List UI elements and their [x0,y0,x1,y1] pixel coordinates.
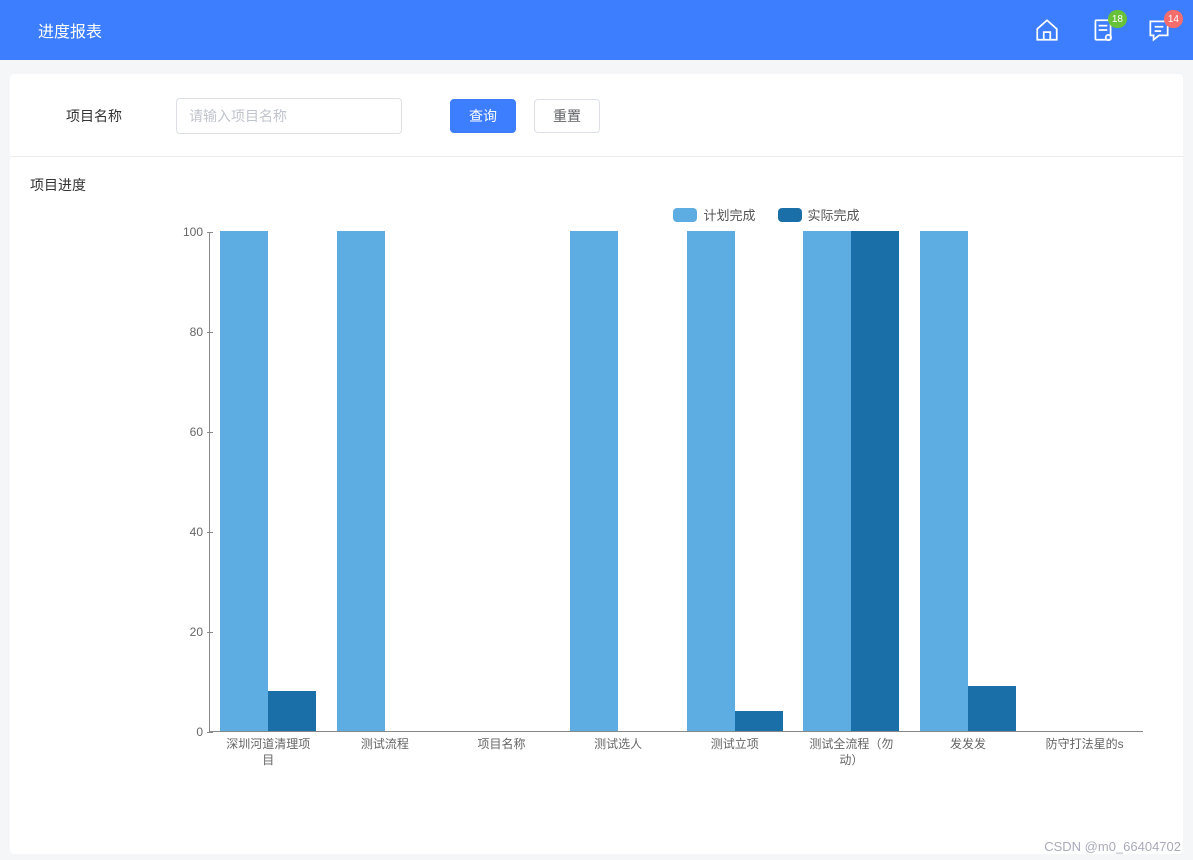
x-tick-label: 发发发 [923,731,1013,753]
bar-plan[interactable] [570,231,618,731]
category-group: 测试流程 [327,232,444,731]
filter-row: 项目名称 查询 重置 [10,74,1183,157]
x-tick-label: 项目名称 [457,731,547,753]
y-tick-label: 60 [190,425,203,439]
legend-swatch-plan [673,208,697,222]
bar-plan[interactable] [220,231,268,731]
category-group: 测试全流程（勿动） [793,232,910,731]
doc-badge: 18 [1108,10,1127,28]
header-icon-group: 18 14 [1033,16,1173,44]
legend-item-actual[interactable]: 实际完成 [778,205,860,224]
watermark: CSDN @m0_66404702 [1044,839,1181,854]
bar-plan[interactable] [687,231,735,731]
y-tick-label: 0 [196,725,203,739]
category-group: 发发发 [910,232,1027,731]
x-tick-label: 测试全流程（勿动） [806,731,896,768]
section-title: 项目进度 [10,157,1183,195]
x-tick-label: 测试选人 [573,731,663,753]
project-name-label: 项目名称 [66,106,158,126]
bar-actual[interactable] [268,691,316,731]
category-group: 测试立项 [677,232,794,731]
bar-plan[interactable] [803,231,851,731]
bar-plan[interactable] [337,231,385,731]
reset-button[interactable]: 重置 [534,99,600,133]
chat-icon[interactable]: 14 [1145,16,1173,44]
legend-label-plan: 计划完成 [703,205,755,224]
page-title: 进度报表 [38,18,102,42]
y-tick-label: 80 [190,325,203,339]
chart-container: 计划完成 实际完成 020406080100 深圳河道清理项目测试流程项目名称测… [10,195,1183,772]
y-axis: 020406080100 [170,232,210,732]
doc-icon[interactable]: 18 [1089,16,1117,44]
bar-actual[interactable] [968,686,1016,731]
category-group: 防守打法星的s [1026,232,1143,731]
home-icon[interactable] [1033,16,1061,44]
x-tick-label: 测试立项 [690,731,780,753]
legend-item-plan[interactable]: 计划完成 [673,205,755,224]
chart-legend: 计划完成 实际完成 [370,195,1163,232]
chat-badge: 14 [1164,10,1183,28]
project-name-input[interactable] [176,98,402,134]
x-tick-label: 测试流程 [340,731,430,753]
bar-actual[interactable] [851,231,899,731]
plot-area: 深圳河道清理项目测试流程项目名称测试选人测试立项测试全流程（勿动）发发发防守打法… [210,232,1143,732]
chart-body: 020406080100 深圳河道清理项目测试流程项目名称测试选人测试立项测试全… [30,232,1163,772]
y-tick-label: 100 [183,225,203,239]
legend-label-actual: 实际完成 [808,205,860,224]
x-tick-label: 深圳河道清理项目 [223,731,313,768]
category-group: 深圳河道清理项目 [210,232,327,731]
category-group: 项目名称 [443,232,560,731]
y-tick-label: 20 [190,625,203,639]
query-button[interactable]: 查询 [450,99,516,133]
bar-plan[interactable] [920,231,968,731]
category-group: 测试选人 [560,232,677,731]
y-tick-label: 40 [190,525,203,539]
x-tick-label: 防守打法星的s [1040,731,1130,753]
legend-swatch-actual [778,208,802,222]
main-panel: 项目名称 查询 重置 项目进度 计划完成 实际完成 0 20 40 60 80 100 深… [10,74,1183,854]
bar-actual[interactable] [735,711,783,731]
app-header: 进度报表 18 14 [0,0,1193,60]
